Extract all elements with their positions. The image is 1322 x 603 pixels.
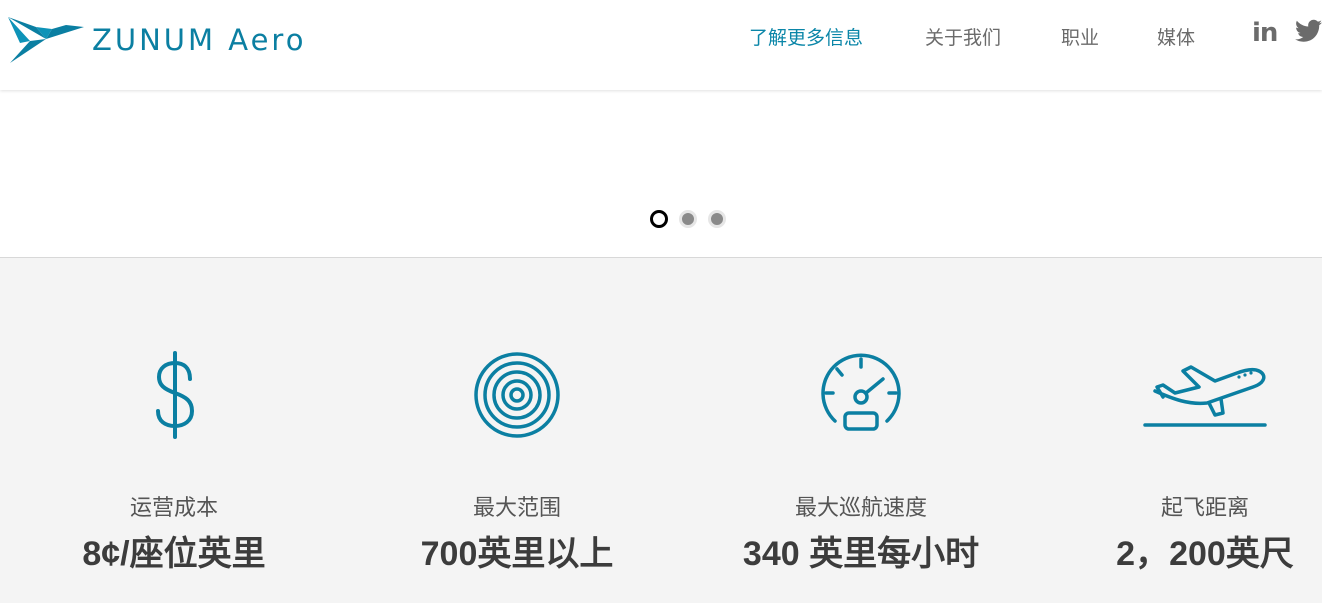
stat-value: 340 英里每小时 [742, 535, 980, 573]
stat-label: 起飞距离 [1160, 495, 1249, 520]
nav-learn-more[interactable]: 了解更多信息 [749, 23, 863, 50]
stat-label: 最大范围 [472, 495, 561, 520]
linkedin-icon[interactable]: in [1252, 18, 1278, 48]
twitter-icon[interactable] [1295, 19, 1322, 48]
stat-label: 运营成本 [129, 495, 218, 520]
speedometer-icon [821, 353, 901, 431]
stats-section: 运营成本 8¢/座位英里 最大范围 700英里以上 最大巡航速度 340 英里每… [0, 257, 1322, 603]
hummingbird-logo-icon [8, 17, 84, 63]
carousel-dot-2[interactable] [679, 210, 697, 228]
dollar-icon [156, 351, 195, 439]
target-icon [474, 352, 560, 438]
linkedin-label: in [1252, 18, 1278, 48]
airplane-takeoff-icon [1143, 365, 1267, 427]
carousel-dot-1[interactable] [650, 210, 668, 228]
stat-value: 8¢/座位英里 [82, 535, 266, 573]
stat-label: 最大巡航速度 [794, 495, 927, 520]
stat-value: 2，200英尺 [1116, 535, 1294, 573]
hero-carousel [0, 91, 1322, 257]
nav-about-us[interactable]: 关于我们 [925, 23, 1001, 50]
nav-careers[interactable]: 职业 [1061, 23, 1099, 50]
stat-value: 700英里以上 [420, 535, 614, 573]
carousel-dot-3[interactable] [708, 210, 726, 228]
logo-text: ZUNUM Aero [92, 23, 307, 57]
nav-media[interactable]: 媒体 [1157, 23, 1195, 50]
site-header: ZUNUM Aero 了解更多信息 关于我们 职业 媒体 in [0, 0, 1322, 90]
logo[interactable]: ZUNUM Aero [6, 15, 306, 65]
